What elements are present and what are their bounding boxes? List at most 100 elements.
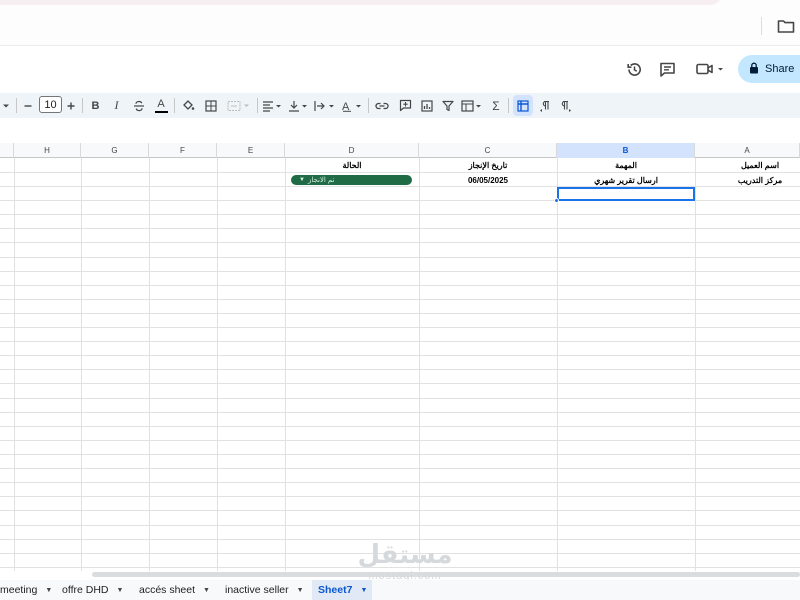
cell-c2[interactable]: 06/05/2025	[419, 173, 557, 187]
filter-views-icon[interactable]	[460, 95, 484, 116]
share-button[interactable]: Share	[738, 55, 800, 83]
text-color-button[interactable]: A	[152, 95, 170, 116]
column-header-row: H G F E D C B A	[0, 143, 800, 158]
column-header-f[interactable]: F	[149, 143, 217, 158]
left-to-right-icon[interactable]	[558, 95, 574, 116]
filter-icon[interactable]	[440, 95, 456, 116]
row-gridline	[0, 242, 800, 243]
sheet-grid[interactable]: H G F E D C B A	[0, 143, 800, 571]
strikethrough-icon[interactable]	[131, 95, 147, 116]
decrease-font-size-button[interactable]	[21, 95, 35, 116]
freeze-icon[interactable]	[513, 95, 533, 116]
row-gridline	[0, 525, 800, 526]
row-gridline	[0, 539, 800, 540]
sheet-tab-meeting[interactable]: meeting ▼	[0, 580, 58, 600]
row-gridline	[0, 355, 800, 356]
row-gridline	[0, 214, 800, 215]
row-gridline	[0, 412, 800, 413]
app-header	[0, 46, 800, 92]
cell-c1[interactable]: تاريخ الإنجاز	[419, 158, 557, 172]
toolbar-divider	[368, 98, 369, 113]
bold-button[interactable]: B	[88, 95, 103, 116]
column-header-stub	[0, 143, 14, 158]
svg-text:A: A	[342, 101, 350, 112]
comments-icon[interactable]	[654, 56, 680, 82]
sheet-tab-bar: meeting ▼ offre DHD ▼ accés sheet ▼ inactiv…	[0, 580, 800, 600]
insert-chart-icon[interactable]	[418, 95, 436, 116]
chip-dropdown-icon: ▼	[299, 177, 305, 183]
chevron-down-icon[interactable]: ▼	[360, 587, 367, 594]
row-gridline	[0, 313, 800, 314]
chevron-down-icon[interactable]: ▼	[203, 587, 210, 594]
borders-icon[interactable]	[202, 95, 220, 116]
column-header-h[interactable]: H	[14, 143, 81, 158]
column-header-e[interactable]: E	[217, 143, 285, 158]
row-gridline	[0, 398, 800, 399]
column-header-b[interactable]: B	[557, 143, 695, 158]
cell-b1[interactable]: المهمة	[557, 158, 695, 172]
row-gridline	[0, 271, 800, 272]
cell-d1[interactable]: الحالة	[285, 158, 419, 172]
cell-a2[interactable]: مركز التدريب	[695, 173, 800, 187]
folder-icon[interactable]	[774, 15, 798, 37]
sheet-tab-label: Sheet7	[318, 584, 353, 596]
font-dropdown-chevron-icon[interactable]	[0, 95, 12, 116]
column-header-c[interactable]: C	[419, 143, 557, 158]
sheet-tab-label: accés sheet	[139, 584, 196, 596]
lock-icon	[749, 62, 759, 77]
increase-font-size-button[interactable]	[64, 95, 78, 116]
horizontal-scrollbar[interactable]	[92, 572, 800, 577]
sheet-tab-label: meeting	[0, 584, 38, 596]
text-rotation-icon[interactable]: A	[340, 95, 364, 116]
functions-button[interactable]: Σ	[488, 95, 504, 116]
row-gridline	[0, 369, 800, 370]
chevron-down-icon[interactable]: ▼	[297, 587, 304, 594]
row-gridline	[0, 228, 800, 229]
meet-icon[interactable]	[693, 56, 727, 82]
chevron-down-icon[interactable]: ▼	[45, 587, 52, 594]
row-gridline	[0, 285, 800, 286]
active-cell-selection[interactable]	[557, 187, 695, 201]
status-dropdown-chip[interactable]: ▼ تم الانجاز	[291, 175, 412, 185]
sheet-tab-acces-sheet[interactable]: accés sheet ▼	[133, 580, 216, 600]
font-size-input[interactable]: 10	[39, 96, 62, 113]
sheet-tab-sheet7[interactable]: Sheet7 ▼	[312, 580, 372, 600]
insert-link-icon[interactable]	[373, 95, 391, 116]
column-header-g[interactable]: G	[81, 143, 149, 158]
toolbar-divider	[174, 98, 175, 113]
merge-cells-icon[interactable]	[225, 95, 253, 116]
formatting-toolbar: B I A A Σ	[0, 93, 800, 118]
row-gridline	[0, 553, 800, 554]
vertical-align-icon[interactable]	[287, 95, 309, 116]
column-header-d[interactable]: D	[285, 143, 419, 158]
column-header-a[interactable]: A	[695, 143, 800, 158]
row-gridline	[0, 383, 800, 384]
right-to-left-icon[interactable]	[537, 95, 553, 116]
sheet-tab-inactive-seller[interactable]: inactive seller ▼	[219, 580, 310, 600]
row-gridline	[0, 454, 800, 455]
chevron-down-icon[interactable]: ▼	[117, 587, 124, 594]
row-gridline	[0, 426, 800, 427]
row-gridline	[0, 468, 800, 469]
insert-comment-icon[interactable]	[396, 95, 414, 116]
row-gridline	[0, 496, 800, 497]
row-gridline	[0, 440, 800, 441]
row-gridline	[0, 510, 800, 511]
row-gridline	[0, 327, 800, 328]
version-history-icon[interactable]	[621, 56, 647, 82]
horizontal-align-icon[interactable]	[261, 95, 283, 116]
cell-a1[interactable]: اسم العميل	[695, 158, 800, 172]
browser-strip	[0, 0, 800, 46]
text-wrapping-icon[interactable]	[313, 95, 337, 116]
italic-button[interactable]: I	[109, 95, 124, 116]
fill-handle[interactable]	[554, 198, 559, 203]
spreadsheet-window: Share B I A A Σ 10 H G F E D C B A اسم ا…	[0, 0, 800, 600]
row-gridline	[0, 299, 800, 300]
sheet-tab-offre-dhd[interactable]: offre DHD ▼	[56, 580, 129, 600]
toolbar-divider	[257, 98, 258, 113]
row-gridline	[0, 567, 800, 568]
toolbar-divider	[82, 98, 83, 113]
address-bar[interactable]	[0, 0, 722, 5]
cell-b2[interactable]: ارسال تقرير شهري	[557, 173, 695, 187]
fill-color-icon[interactable]	[179, 95, 197, 116]
